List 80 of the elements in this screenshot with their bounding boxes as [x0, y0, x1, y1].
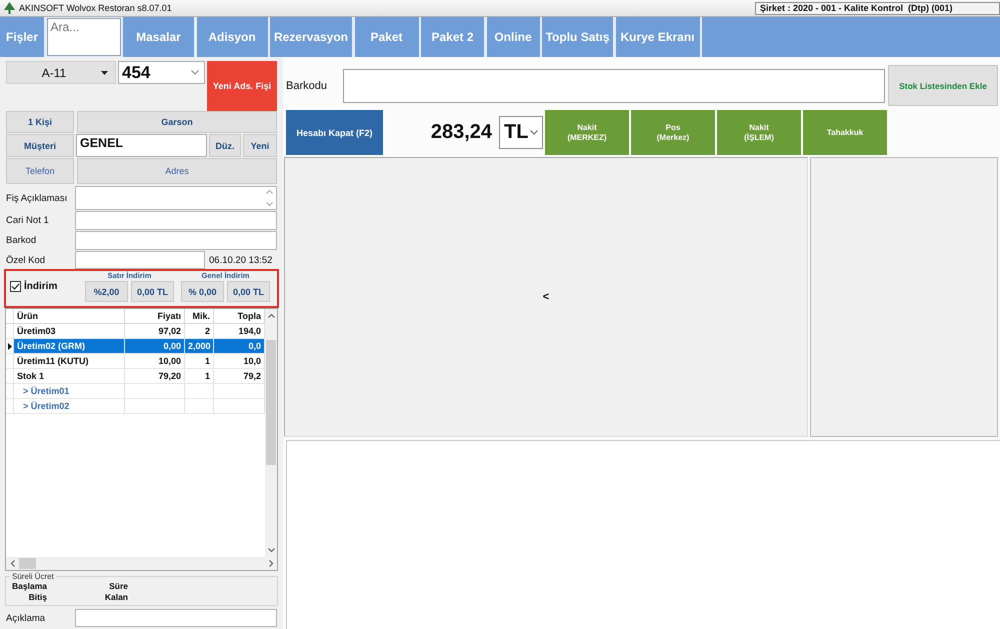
table-cell: 10,00	[125, 354, 185, 368]
checkbox-label: İndirim	[24, 281, 58, 292]
field-label: Süre	[108, 581, 128, 592]
guests-button[interactable]: 1 Kişi	[6, 111, 74, 133]
table-cell: Üretim02 (GRM)	[14, 339, 125, 353]
column-header[interactable]: Ürün	[14, 309, 125, 323]
field-label: Açıklama	[6, 612, 46, 624]
new-customer-button[interactable]: Yeni	[243, 134, 277, 157]
search-field[interactable]: Ara...	[46, 18, 120, 56]
add-from-stock-button[interactable]: Stok Listesinden Ekle	[888, 65, 998, 106]
table-cell: 2	[185, 324, 214, 338]
field-label: Özel Kod	[6, 254, 46, 266]
table-row[interactable]: > Üretim02	[6, 399, 265, 414]
caret-icon	[101, 70, 108, 74]
discount-button[interactable]: 0,00 TL	[131, 281, 174, 302]
waiter-button[interactable]: Garson	[77, 111, 277, 133]
text-field[interactable]	[75, 609, 277, 627]
table-cell: 0,00	[125, 339, 185, 353]
field-label: Bitiş	[28, 592, 47, 603]
table-cell: Üretim03	[14, 324, 125, 338]
group-title: Süreli Ücret	[11, 572, 55, 581]
chevron-left-icon[interactable]	[11, 560, 15, 567]
phone-button[interactable]: Telefon	[6, 158, 74, 184]
table-cell: 2,000	[185, 339, 214, 353]
chevron-down-icon	[191, 70, 199, 75]
table-row[interactable]: Stok 1 79,20 1 79,2	[6, 369, 265, 384]
chevron-down-icon	[530, 130, 538, 135]
vertical-scrollbar[interactable]	[265, 309, 277, 557]
column-header[interactable]: Mik.	[185, 309, 214, 323]
checkbox[interactable]	[10, 281, 21, 292]
text-field[interactable]	[75, 231, 277, 250]
table-row[interactable]: Üretim02 (GRM) 0,00 2,000 0,0	[6, 339, 265, 354]
edit-button[interactable]: Düz.	[209, 134, 241, 157]
text-field[interactable]	[75, 251, 205, 269]
company-label: Şirket : 2020 - 001 - Kalite Kontrol (Dtp) (001)	[755, 2, 1000, 14]
horizontal-scrollbar[interactable]	[6, 557, 277, 570]
discount-button[interactable]: %2,00	[85, 281, 128, 302]
tree-icon	[4, 2, 15, 14]
table-cell: > Üretim01	[14, 384, 125, 398]
new-receipt-button[interactable]: Yeni Ads. Fişi	[207, 61, 277, 111]
row-indicator-icon	[8, 342, 12, 350]
table-cell: > Üretim02	[14, 399, 125, 413]
window-title: AKINSOFT Wolvox Restoran s8.07.01	[19, 3, 172, 13]
discount-button[interactable]: 0,00 TL	[227, 281, 270, 302]
address-button[interactable]: Adres	[77, 158, 277, 184]
table-row[interactable]: Üretim11 (KUTU) 10,00 1 10,0	[6, 354, 265, 369]
text-field[interactable]	[75, 211, 277, 230]
collapse-toggle[interactable]: <	[542, 291, 550, 303]
field-label: Fiş Açıklaması	[6, 192, 68, 204]
currency-dropdown[interactable]: TL	[499, 116, 543, 149]
table-cell: Stok 1	[14, 369, 125, 383]
discount-button[interactable]: % 0,00	[181, 281, 224, 302]
close-bill-button[interactable]: Hesabı Kapat (F2)	[286, 110, 383, 155]
table-cell: 79,20	[125, 369, 185, 383]
column-header[interactable]: Fiyatı	[125, 309, 185, 323]
chevron-up-icon[interactable]	[268, 314, 274, 318]
chevron-up-icon	[266, 190, 273, 194]
field-label: Barkod	[6, 235, 38, 246]
customer-field[interactable]: GENEL	[76, 134, 207, 157]
table-row[interactable]: > Üretim01	[6, 384, 265, 399]
barcode-field[interactable]	[343, 68, 885, 102]
chevron-down-icon[interactable]	[268, 548, 274, 552]
customer-button[interactable]: Müşteri	[6, 134, 74, 157]
field-label: Cari Not 1	[6, 215, 50, 226]
field-label: Başlama	[11, 581, 47, 592]
table-cell: 97,02	[125, 324, 185, 338]
total-amount: 283,24	[430, 121, 492, 144]
table-cell: 1	[185, 369, 214, 383]
field-label: Kalan	[104, 592, 128, 603]
scrollbar-thumb[interactable]	[19, 558, 36, 569]
text-area[interactable]	[75, 186, 277, 210]
chevron-right-icon[interactable]	[269, 560, 273, 567]
scrollbar-thumb[interactable]	[266, 340, 276, 465]
date-time-label: 06.10.20 13:52	[208, 254, 274, 266]
chevron-down-icon	[266, 202, 273, 206]
table-dropdown[interactable]: A-11	[6, 61, 116, 84]
table-cell: 1	[185, 354, 214, 368]
table-cell: Üretim11 (KUTU)	[14, 354, 125, 368]
field-label: Barkodu	[286, 80, 328, 92]
receipt-number-dropdown[interactable]: 454	[118, 61, 205, 84]
